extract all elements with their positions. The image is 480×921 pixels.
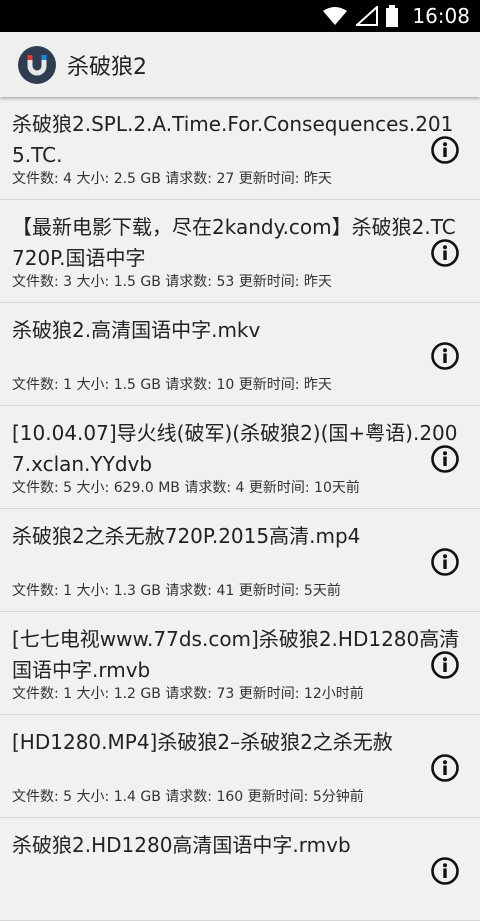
list-item[interactable]: 杀破狼2之杀无赦720P.2015高清.mp4 文件数: 1 大小: 1.3 G… <box>0 509 480 612</box>
item-title: 杀破狼2.SPL.2.A.Time.For.Consequences.2015.… <box>12 112 454 167</box>
info-icon[interactable] <box>430 341 460 371</box>
list-item[interactable]: [七七电视www.77ds.com]杀破狼2.HD1280高清国语中字.rmvb… <box>0 612 480 715</box>
page-title: 杀破狼2 <box>67 54 147 80</box>
item-title: [HD1280.MP4]杀破狼2–杀破狼2之杀无赦 <box>12 730 393 754</box>
info-icon[interactable] <box>430 238 460 268</box>
item-meta: 文件数: 4 大小: 2.5 GB 请求数: 27 更新时间: 昨天 <box>12 171 332 187</box>
item-title: 【最新电影下载，尽在2kandy.com】杀破狼2.TC720P.国语中字 <box>12 215 456 270</box>
info-icon[interactable] <box>430 444 460 474</box>
list-item[interactable]: 杀破狼2.HD1280高清国语中字.rmvb <box>0 818 480 921</box>
info-icon[interactable] <box>430 753 460 783</box>
item-title: 杀破狼2.HD1280高清国语中字.rmvb <box>12 833 351 857</box>
list-item[interactable]: [10.04.07]导火线(破军)(杀破狼2)(国+粤语).2007.xclan… <box>0 406 480 509</box>
info-icon[interactable] <box>430 547 460 577</box>
item-meta: 文件数: 1 大小: 1.3 GB 请求数: 41 更新时间: 5天前 <box>12 583 341 599</box>
info-icon[interactable] <box>430 135 460 165</box>
info-icon[interactable] <box>430 856 460 886</box>
item-meta: 文件数: 5 大小: 629.0 MB 请求数: 4 更新时间: 10天前 <box>12 480 360 496</box>
list-item[interactable]: [HD1280.MP4]杀破狼2–杀破狼2之杀无赦 文件数: 5 大小: 1.4… <box>0 715 480 818</box>
clock: 16:08 <box>412 4 470 28</box>
status-bar: 16:08 <box>0 0 480 32</box>
item-title: [10.04.07]导火线(破军)(杀破狼2)(国+粤语).2007.xclan… <box>12 421 458 476</box>
item-meta: 文件数: 1 大小: 1.2 GB 请求数: 73 更新时间: 12小时前 <box>12 686 364 702</box>
magnet-icon[interactable] <box>18 45 56 84</box>
list-item[interactable]: 杀破狼2.SPL.2.A.Time.For.Consequences.2015.… <box>0 97 480 200</box>
item-title: 杀破狼2之杀无赦720P.2015高清.mp4 <box>12 524 361 548</box>
item-title: [七七电视www.77ds.com]杀破狼2.HD1280高清国语中字.rmvb <box>12 627 460 682</box>
item-meta: 文件数: 3 大小: 1.5 GB 请求数: 53 更新时间: 昨天 <box>12 274 332 290</box>
item-meta: 文件数: 5 大小: 1.4 GB 请求数: 160 更新时间: 5分钟前 <box>12 789 364 805</box>
list-item[interactable]: 杀破狼2.高清国语中字.mkv 文件数: 1 大小: 1.5 GB 请求数: 1… <box>0 303 480 406</box>
app-bar: 杀破狼2 <box>0 32 480 97</box>
list-item[interactable]: 【最新电影下载，尽在2kandy.com】杀破狼2.TC720P.国语中字 文件… <box>0 200 480 303</box>
wifi-icon <box>322 6 348 26</box>
results-list: 杀破狼2.SPL.2.A.Time.For.Consequences.2015.… <box>0 97 480 921</box>
item-title: 杀破狼2.高清国语中字.mkv <box>12 318 261 342</box>
battery-icon <box>386 5 399 27</box>
signal-icon <box>356 6 379 26</box>
info-icon[interactable] <box>430 650 460 680</box>
item-meta: 文件数: 1 大小: 1.5 GB 请求数: 10 更新时间: 昨天 <box>12 377 332 393</box>
